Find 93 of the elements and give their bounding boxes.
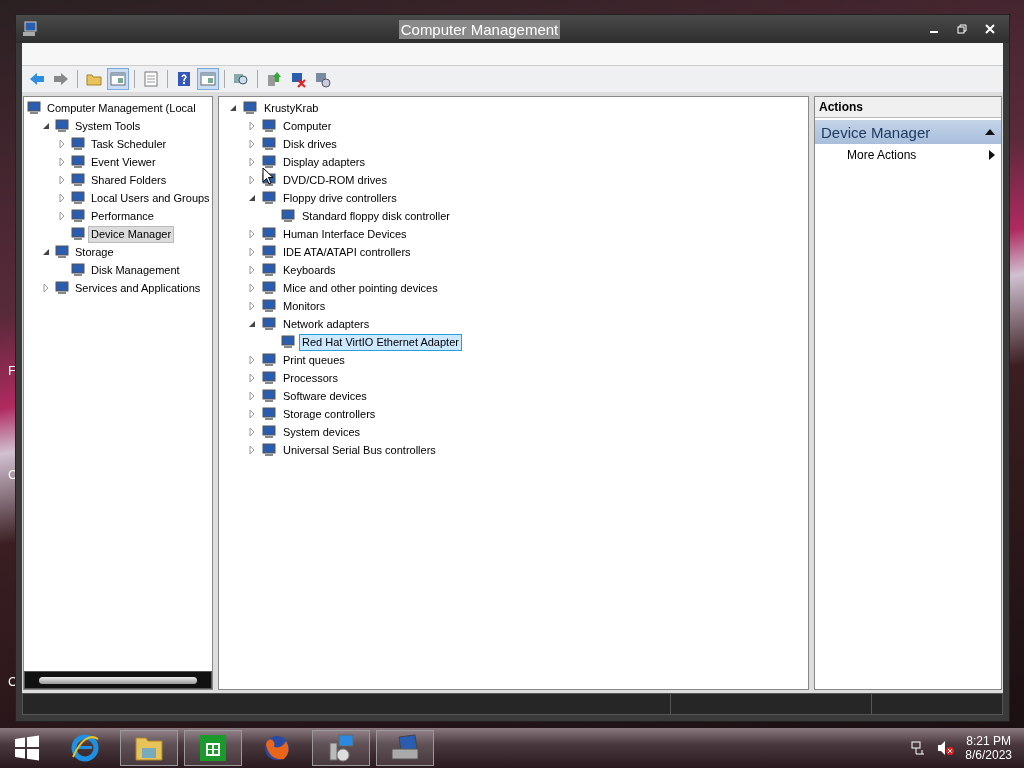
computer-management-icon[interactable] <box>326 733 356 763</box>
device-icon <box>261 298 277 314</box>
device-icon <box>261 244 277 260</box>
update-driver-icon[interactable] <box>268 72 281 86</box>
device-icon <box>54 118 70 134</box>
restore-icon[interactable] <box>957 24 967 34</box>
submenu-arrow-icon[interactable] <box>989 150 995 160</box>
tree-item[interactable]: Human Interface Devices <box>280 225 410 243</box>
forward-arrow-icon[interactable] <box>54 73 68 85</box>
device-icon <box>261 190 277 206</box>
tree-item[interactable]: Event Viewer <box>88 153 159 171</box>
device-icon <box>242 100 258 116</box>
device-icon <box>261 388 277 404</box>
tree-item[interactable]: Disk drives <box>280 135 340 153</box>
fox-globe-icon[interactable] <box>262 733 292 763</box>
device-icon <box>70 154 86 170</box>
tree-item[interactable]: Computer <box>280 117 335 135</box>
device-icon <box>280 208 296 224</box>
device-icon <box>261 352 277 368</box>
section-title: Device Manager <box>821 123 932 141</box>
device-icon <box>261 136 277 152</box>
tree-item[interactable]: Computer Management (Local <box>44 99 199 117</box>
tree-item[interactable]: System Tools <box>72 117 144 135</box>
tree-item[interactable]: Display adapters <box>280 153 368 171</box>
tree-item[interactable]: Mice and other pointing devices <box>280 279 441 297</box>
panel-icon[interactable] <box>110 72 126 86</box>
browser-e-icon[interactable] <box>70 733 100 763</box>
collapse-caret-icon[interactable] <box>985 128 995 136</box>
tree-item[interactable]: Storage controllers <box>280 405 379 423</box>
action-link[interactable]: More Actions <box>847 148 989 162</box>
panel-icon[interactable] <box>200 72 216 86</box>
disable-device-icon[interactable] <box>316 73 331 88</box>
tree-item[interactable]: Task Scheduler <box>88 135 170 153</box>
device-icon <box>54 244 70 260</box>
windows-logo-icon[interactable] <box>13 734 41 762</box>
tree-item[interactable]: Network adapters <box>280 315 373 333</box>
device-icon <box>261 370 277 386</box>
tree-item[interactable]: Standard floppy disk controller <box>299 207 453 225</box>
clock-date[interactable]: 8/6/2023 <box>965 748 1012 762</box>
tree-item[interactable]: Processors <box>280 369 342 387</box>
muted-speaker-icon[interactable] <box>937 740 956 756</box>
tree-item[interactable]: Disk Management <box>88 261 183 279</box>
device-icon <box>261 280 277 296</box>
tree-item[interactable]: Universal Serial Bus controllers <box>280 441 439 459</box>
uninstall-icon[interactable] <box>292 73 306 88</box>
desktop-icon-label[interactable]: F <box>8 363 16 378</box>
horizontal-scrollbar[interactable] <box>24 671 212 689</box>
folder-icon[interactable] <box>134 734 164 762</box>
tree-item[interactable]: Storage <box>72 243 117 261</box>
tree-item[interactable]: Monitors <box>280 297 329 315</box>
device-icon <box>261 262 277 278</box>
device-icon <box>26 100 42 116</box>
device-icon <box>70 226 86 242</box>
device-icon <box>70 190 86 206</box>
device-icon <box>70 136 86 152</box>
tree-item[interactable]: Services and Applications <box>72 279 204 297</box>
device-icon <box>54 280 70 296</box>
tree-item[interactable]: DVD/CD-ROM drives <box>280 171 390 189</box>
tree-item[interactable]: Print queues <box>280 351 348 369</box>
close-icon[interactable] <box>985 24 995 34</box>
tree-item[interactable]: Red Hat VirtIO Ethernet Adapter <box>299 333 462 351</box>
tree-item[interactable]: Floppy drive controllers <box>280 189 400 207</box>
tree-item[interactable]: Shared Folders <box>88 171 170 189</box>
actions-header: Actions <box>815 97 1001 118</box>
device-icon <box>261 442 277 458</box>
device-icon <box>280 334 296 350</box>
scan-icon[interactable] <box>234 74 248 85</box>
device-icon <box>261 226 277 242</box>
tree-item[interactable]: System devices <box>280 423 364 441</box>
back-arrow-icon[interactable] <box>30 73 44 85</box>
device-icon <box>261 406 277 422</box>
mouse-cursor-icon <box>262 167 274 185</box>
device-manager-icon[interactable] <box>389 733 421 763</box>
app-icon <box>22 21 38 37</box>
tree-item[interactable]: Device Manager <box>88 225 175 243</box>
clock-time[interactable]: 8:21 PM <box>966 734 1011 748</box>
window-title: Computer Management <box>398 19 561 39</box>
device-icon <box>70 208 86 224</box>
device-icon <box>261 154 277 170</box>
store-bag-icon[interactable] <box>198 733 228 763</box>
help-icon[interactable] <box>178 72 190 86</box>
tree-item[interactable]: Local Users and Groups <box>88 189 212 207</box>
actions-section[interactable]: Device Manager <box>815 120 1001 144</box>
tree-item[interactable]: IDE ATA/ATAPI controllers <box>280 243 414 261</box>
device-icon <box>261 316 277 332</box>
tree-item[interactable]: Performance <box>88 207 157 225</box>
tree-item[interactable]: Software devices <box>280 387 370 405</box>
device-icon <box>70 262 86 278</box>
device-icon <box>261 424 277 440</box>
tree-item[interactable]: KrustyKrab <box>261 99 322 117</box>
device-icon <box>70 172 86 188</box>
tree-item[interactable]: Keyboards <box>280 261 339 279</box>
device-icon <box>261 118 277 134</box>
